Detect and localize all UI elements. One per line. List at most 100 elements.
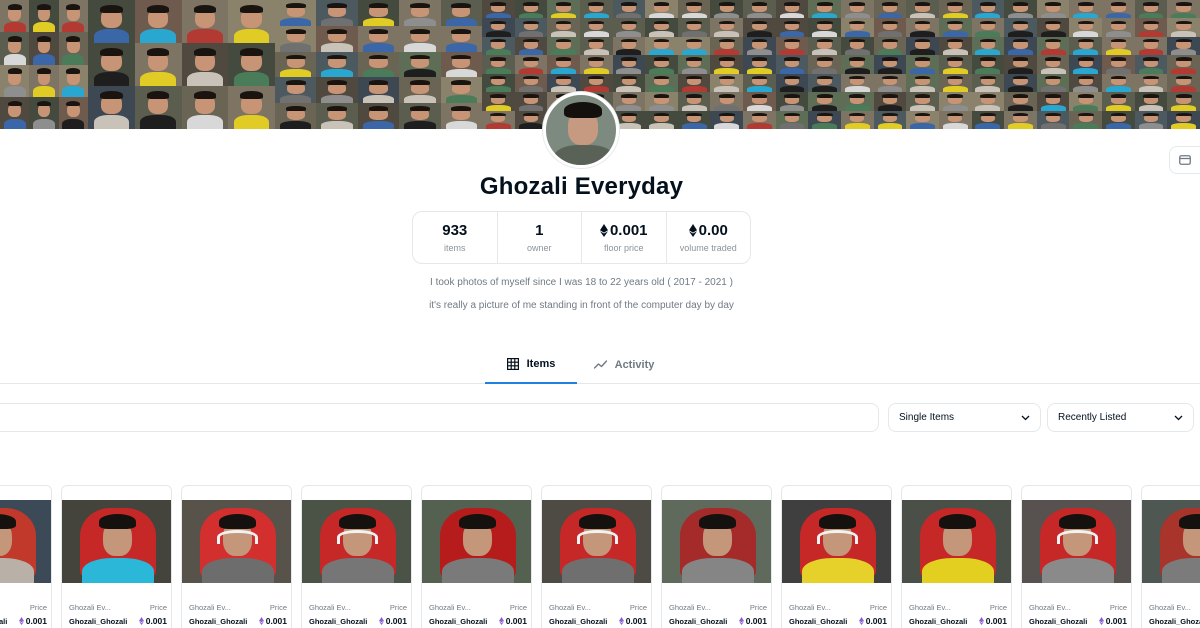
price-label: Price [989,603,1007,612]
stat-label: owner [526,243,552,253]
nft-collection-name: Ghozali Ev... [429,603,471,612]
nft-image [1142,500,1200,583]
tab-label: Activity [614,358,655,371]
nft-name: Ghozali_Ghozali [909,616,967,626]
ethereum-icon [738,617,744,625]
nft-image [542,500,651,583]
ethereum-icon [858,617,864,625]
tab-items[interactable]: Items [485,345,577,384]
price-label: Price [629,603,647,612]
collection-title: Ghozali Everyday [479,173,684,200]
item-grid: Ghozali Ev...PriceGhozali_Ghozali0.001#9… [0,485,1200,628]
ethereum-icon [688,224,697,237]
nft-card[interactable]: Ghozali Ev...PriceGhozali_Ghozali0.001#9… [1141,485,1200,628]
description-line-2: it's really a picture of me standing in … [429,300,734,311]
nft-collection-name: Ghozali Ev... [189,603,231,612]
nft-card[interactable]: Ghozali Ev...PriceGhozali_Ghozali0.001#9… [781,485,892,628]
nft-info: Ghozali Ev...PriceGhozali_Ghozali0.001#9… [1029,603,1127,628]
chevron-down-icon [1021,415,1030,420]
nft-image [782,500,891,583]
grid-icon [506,357,519,370]
nft-info: Ghozali Ev...PriceGhozali_Ghozali0.001#9… [909,603,1007,628]
nft-name: Ghozali_Ghozali [549,616,607,626]
nft-info: Ghozali Ev...PriceGhozali_Ghozali0.001#9… [0,603,47,628]
ethereum-icon [138,617,144,625]
price-label: Price [149,603,167,612]
description-line-1: I took photos of myself since I was 18 t… [430,277,733,288]
nft-card[interactable]: Ghozali Ev...PriceGhozali_Ghozali0.001#9… [661,485,772,628]
nft-price: 0.001 [378,616,407,626]
nft-card[interactable]: Ghozali Ev...PriceGhozali_Ghozali0.001#9… [1021,485,1132,628]
nft-card[interactable]: Ghozali Ev...PriceGhozali_Ghozali0.001#9… [541,485,652,628]
stat-owners[interactable]: 1 owner [498,212,582,263]
nft-card[interactable]: Ghozali Ev...PriceGhozali_Ghozali0.001#9… [301,485,412,628]
stat-label: volume traded [679,243,737,253]
nft-image [422,500,531,583]
nft-collection-name: Ghozali Ev... [669,603,711,612]
collection-avatar[interactable] [543,92,619,168]
nft-price: 0.001 [498,616,527,626]
tab-label: Items [526,357,556,370]
nft-image [0,500,51,583]
nft-collection-name: Ghozali Ev... [909,603,951,612]
nft-info: Ghozali Ev...PriceGhozali_Ghozali0.001#9… [309,603,407,628]
nft-card[interactable]: Ghozali Ev...PriceGhozali_Ghozali0.001#9… [181,485,292,628]
browser-window-icon [1179,155,1191,165]
nft-name: Ghozali_Ghozali [309,616,367,626]
stat-floor-price[interactable]: 0.001 floor price [582,212,667,263]
nft-info: Ghozali Ev...PriceGhozali_Ghozali0.001#9… [549,603,647,628]
nft-name: Ghozali_Ghozali [1149,616,1200,626]
ethereum-icon [618,617,624,625]
item-type-select[interactable]: Single Items [888,403,1041,432]
nft-price: 0.001 [738,616,767,626]
select-value: Single Items [899,412,955,423]
search-input[interactable] [0,403,879,432]
activity-icon [593,360,607,369]
nft-card[interactable]: Ghozali Ev...PriceGhozali_Ghozali0.001#9… [61,485,172,628]
stat-value: 0.001 [599,222,648,239]
nft-card[interactable]: Ghozali Ev...PriceGhozali_Ghozali0.001#9… [421,485,532,628]
nft-info: Ghozali Ev...PriceGhozali_Ghozali0.001#9… [1149,603,1200,628]
nft-price: 0.001 [858,616,887,626]
nft-info: Ghozali Ev...PriceGhozali_Ghozali0.001#9… [669,603,767,628]
nft-card[interactable]: Ghozali Ev...PriceGhozali_Ghozali0.001#9… [901,485,1012,628]
chevron-down-icon [1174,415,1183,420]
stat-label: floor price [603,243,644,253]
ethereum-icon [378,617,384,625]
share-button[interactable] [1169,146,1200,174]
ethereum-icon [978,617,984,625]
stat-value: 933 [442,222,468,239]
collection-tabs: Items Activity [0,345,1200,384]
stat-volume-traded[interactable]: 0.00 volume traded [667,212,751,263]
price-label: Price [389,603,407,612]
nft-collection-name: Ghozali Ev... [549,603,591,612]
nft-collection-name: Ghozali Ev... [69,603,111,612]
collection-stats: 933 items 1 owner 0.001 floor price 0.00… [412,211,751,264]
nft-card[interactable]: Ghozali Ev...PriceGhozali_Ghozali0.001#9… [0,485,52,628]
nft-price: 0.001 [138,616,167,626]
nft-image [662,500,771,583]
price-label: Price [269,603,287,612]
nft-name: Ghozali_Ghozali [429,616,487,626]
nft-image [902,500,1011,583]
price-label: Price [509,603,527,612]
collection-page: Ghozali Everyday 933 items 1 owner 0.001… [0,0,1200,628]
tab-activity[interactable]: Activity [588,345,660,384]
nft-name: Ghozali_Ghozali [189,616,247,626]
nft-info: Ghozali Ev...PriceGhozali_Ghozali0.001#9… [789,603,887,628]
stat-value: 1 [535,222,544,239]
ethereum-icon [498,617,504,625]
nft-collection-name: Ghozali Ev... [789,603,831,612]
ethereum-icon [1098,617,1104,625]
nft-info: Ghozali Ev...PriceGhozali_Ghozali0.001#9… [189,603,287,628]
nft-name: Ghozali_Ghozali [1029,616,1087,626]
stat-label: items [443,243,466,253]
stat-items[interactable]: 933 items [413,212,498,263]
nft-collection-name: Ghozali Ev... [1029,603,1071,612]
nft-image [1022,500,1131,583]
ethereum-icon [258,617,264,625]
nft-collection-name: Ghozali Ev... [1149,603,1191,612]
nft-info: Ghozali Ev...PriceGhozali_Ghozali0.001#9… [69,603,167,628]
sort-select[interactable]: Recently Listed [1047,403,1194,432]
ethereum-icon [18,617,24,625]
